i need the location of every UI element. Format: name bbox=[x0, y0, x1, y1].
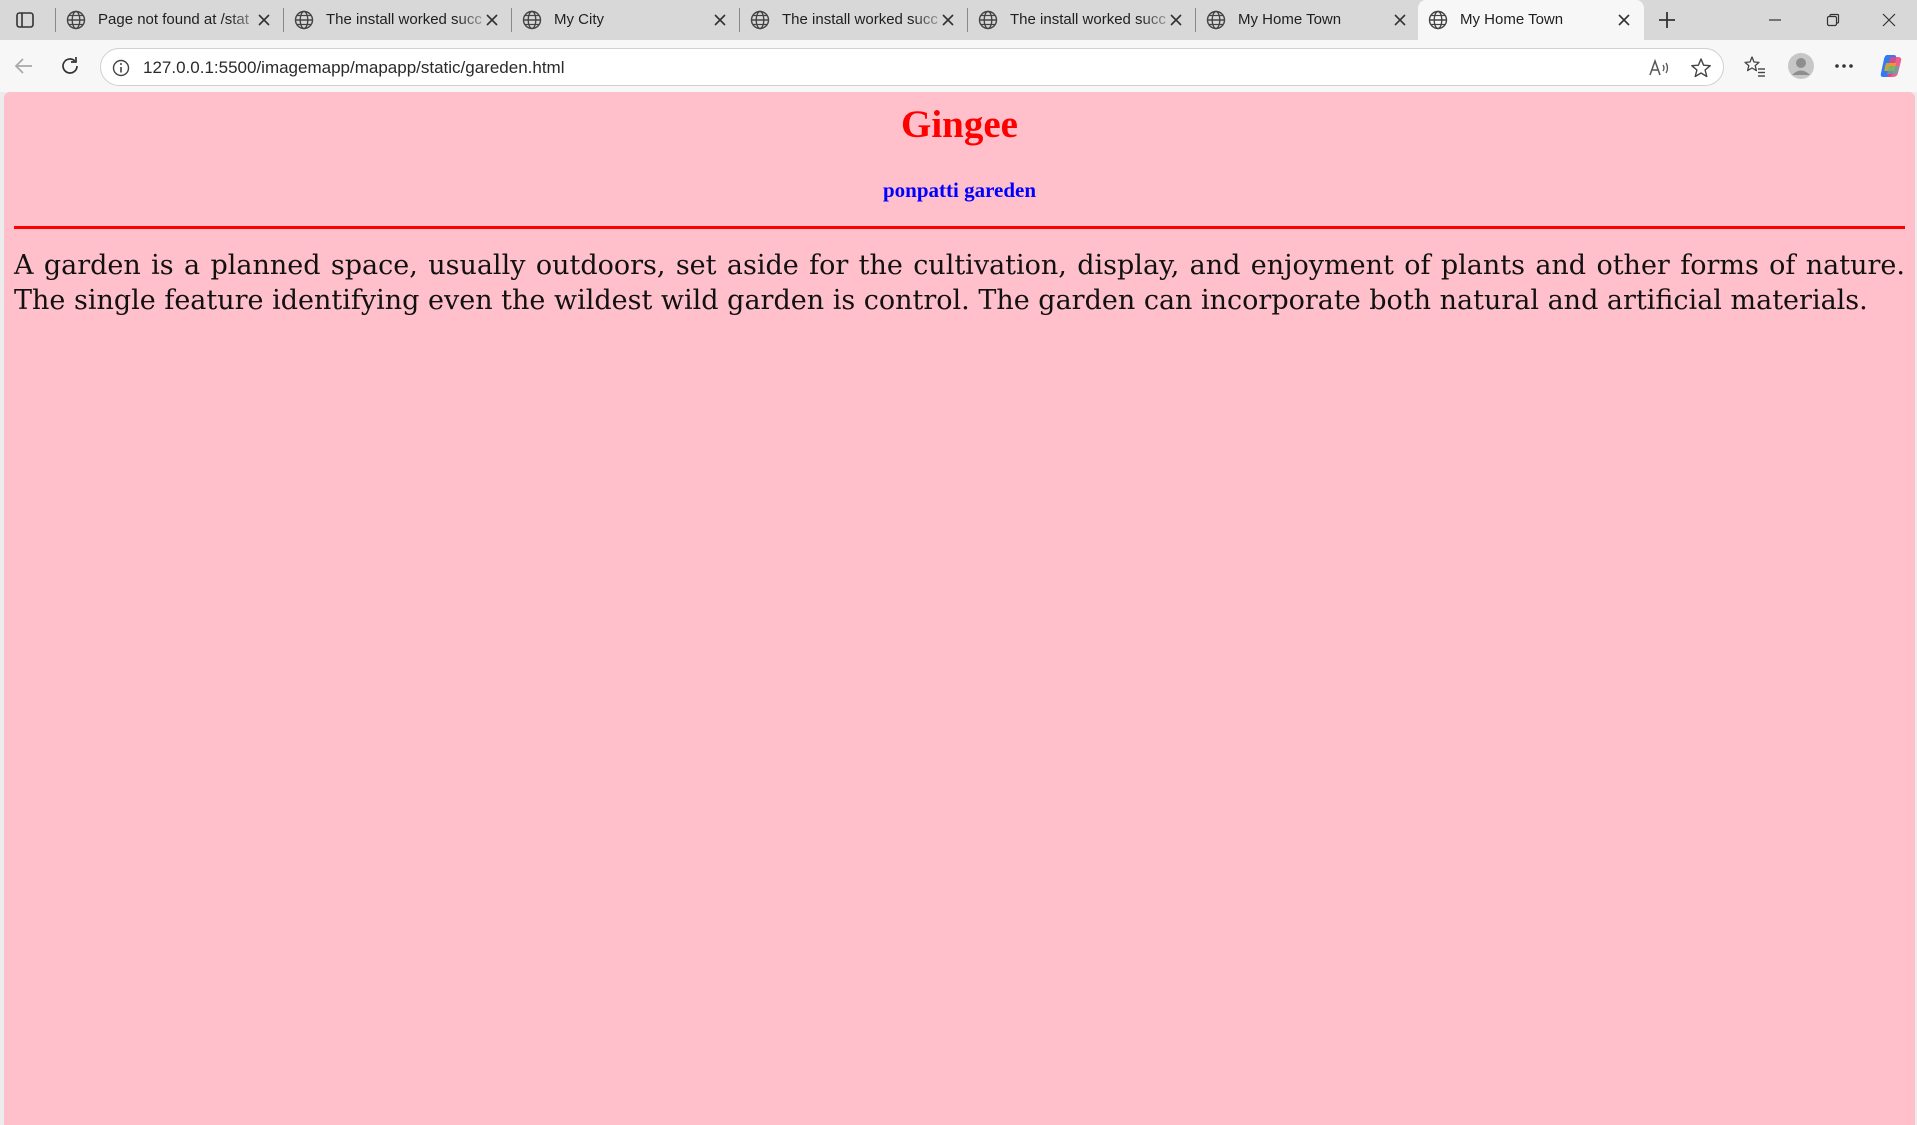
url-text[interactable]: 127.0.0.1:5500/imagemapp/mapapp/static/g… bbox=[143, 58, 565, 78]
close-icon[interactable] bbox=[256, 12, 272, 28]
horizontal-rule bbox=[14, 226, 1905, 229]
tab-actions-icon bbox=[16, 12, 34, 28]
close-icon[interactable] bbox=[484, 12, 500, 28]
globe-icon bbox=[66, 10, 86, 30]
globe-icon bbox=[294, 10, 314, 30]
refresh-button[interactable] bbox=[54, 50, 86, 82]
page-viewport: Gingee ponpatti gareden A garden is a pl… bbox=[4, 92, 1915, 1125]
tab-5[interactable]: The install worked succ bbox=[968, 0, 1195, 40]
close-icon[interactable] bbox=[1168, 12, 1184, 28]
close-icon bbox=[1882, 13, 1896, 27]
tab-title: My Home Town bbox=[1460, 11, 1564, 28]
tab-title: My City bbox=[554, 11, 604, 28]
tab-7-active[interactable]: My Home Town bbox=[1418, 0, 1644, 40]
minimize-button[interactable] bbox=[1747, 0, 1803, 40]
copilot-icon bbox=[1880, 55, 1902, 77]
close-window-button[interactable] bbox=[1861, 0, 1917, 40]
favorites-icon bbox=[1744, 56, 1765, 77]
close-icon[interactable] bbox=[940, 12, 956, 28]
more-button[interactable] bbox=[1830, 52, 1858, 80]
close-icon[interactable] bbox=[1392, 12, 1408, 28]
tab-3[interactable]: My City bbox=[512, 0, 739, 40]
copilot-button[interactable] bbox=[1877, 52, 1905, 80]
more-icon bbox=[1835, 64, 1853, 68]
garden-paragraph: A garden is a planned space, usually out… bbox=[14, 250, 1905, 316]
read-aloud-icon[interactable] bbox=[1648, 57, 1670, 79]
close-icon[interactable] bbox=[1616, 12, 1632, 28]
new-tab-button[interactable] bbox=[1653, 6, 1681, 34]
info-icon[interactable] bbox=[111, 58, 131, 78]
tab-2[interactable]: The install worked succ bbox=[284, 0, 511, 40]
restore-icon bbox=[1826, 13, 1840, 27]
back-button[interactable] bbox=[8, 50, 40, 82]
tab-4[interactable]: The install worked succ bbox=[740, 0, 967, 40]
globe-icon bbox=[750, 10, 770, 30]
globe-icon bbox=[1206, 10, 1226, 30]
globe-icon bbox=[522, 10, 542, 30]
profile-button[interactable] bbox=[1786, 51, 1816, 81]
page-subheading: ponpatti gareden bbox=[882, 178, 1037, 202]
globe-icon bbox=[978, 10, 998, 30]
star-icon[interactable] bbox=[1690, 57, 1712, 79]
address-bar[interactable]: 127.0.0.1:5500/imagemapp/mapapp/static/g… bbox=[100, 48, 1724, 86]
tab-1[interactable]: Page not found at /stat bbox=[56, 0, 283, 40]
refresh-icon bbox=[62, 57, 78, 74]
browser-toolbar: 127.0.0.1:5500/imagemapp/mapapp/static/g… bbox=[0, 40, 1917, 92]
tab-title: My Home Town bbox=[1238, 11, 1342, 28]
close-icon[interactable] bbox=[712, 12, 728, 28]
arrow-left-icon bbox=[14, 58, 32, 74]
tab-6[interactable]: My Home Town bbox=[1196, 0, 1418, 40]
page-heading: Gingee bbox=[901, 103, 1018, 146]
tab-title: Page not found at /stat bbox=[98, 11, 249, 28]
plus-icon bbox=[1659, 12, 1675, 28]
favorites-button[interactable] bbox=[1741, 52, 1769, 80]
avatar-icon bbox=[1788, 53, 1814, 79]
tab-strip: Page not found at /stat The install work… bbox=[0, 0, 1917, 40]
restore-button[interactable] bbox=[1805, 0, 1861, 40]
minimize-icon bbox=[1769, 19, 1781, 21]
tab-actions-button[interactable] bbox=[10, 6, 40, 34]
globe-icon bbox=[1428, 10, 1448, 30]
